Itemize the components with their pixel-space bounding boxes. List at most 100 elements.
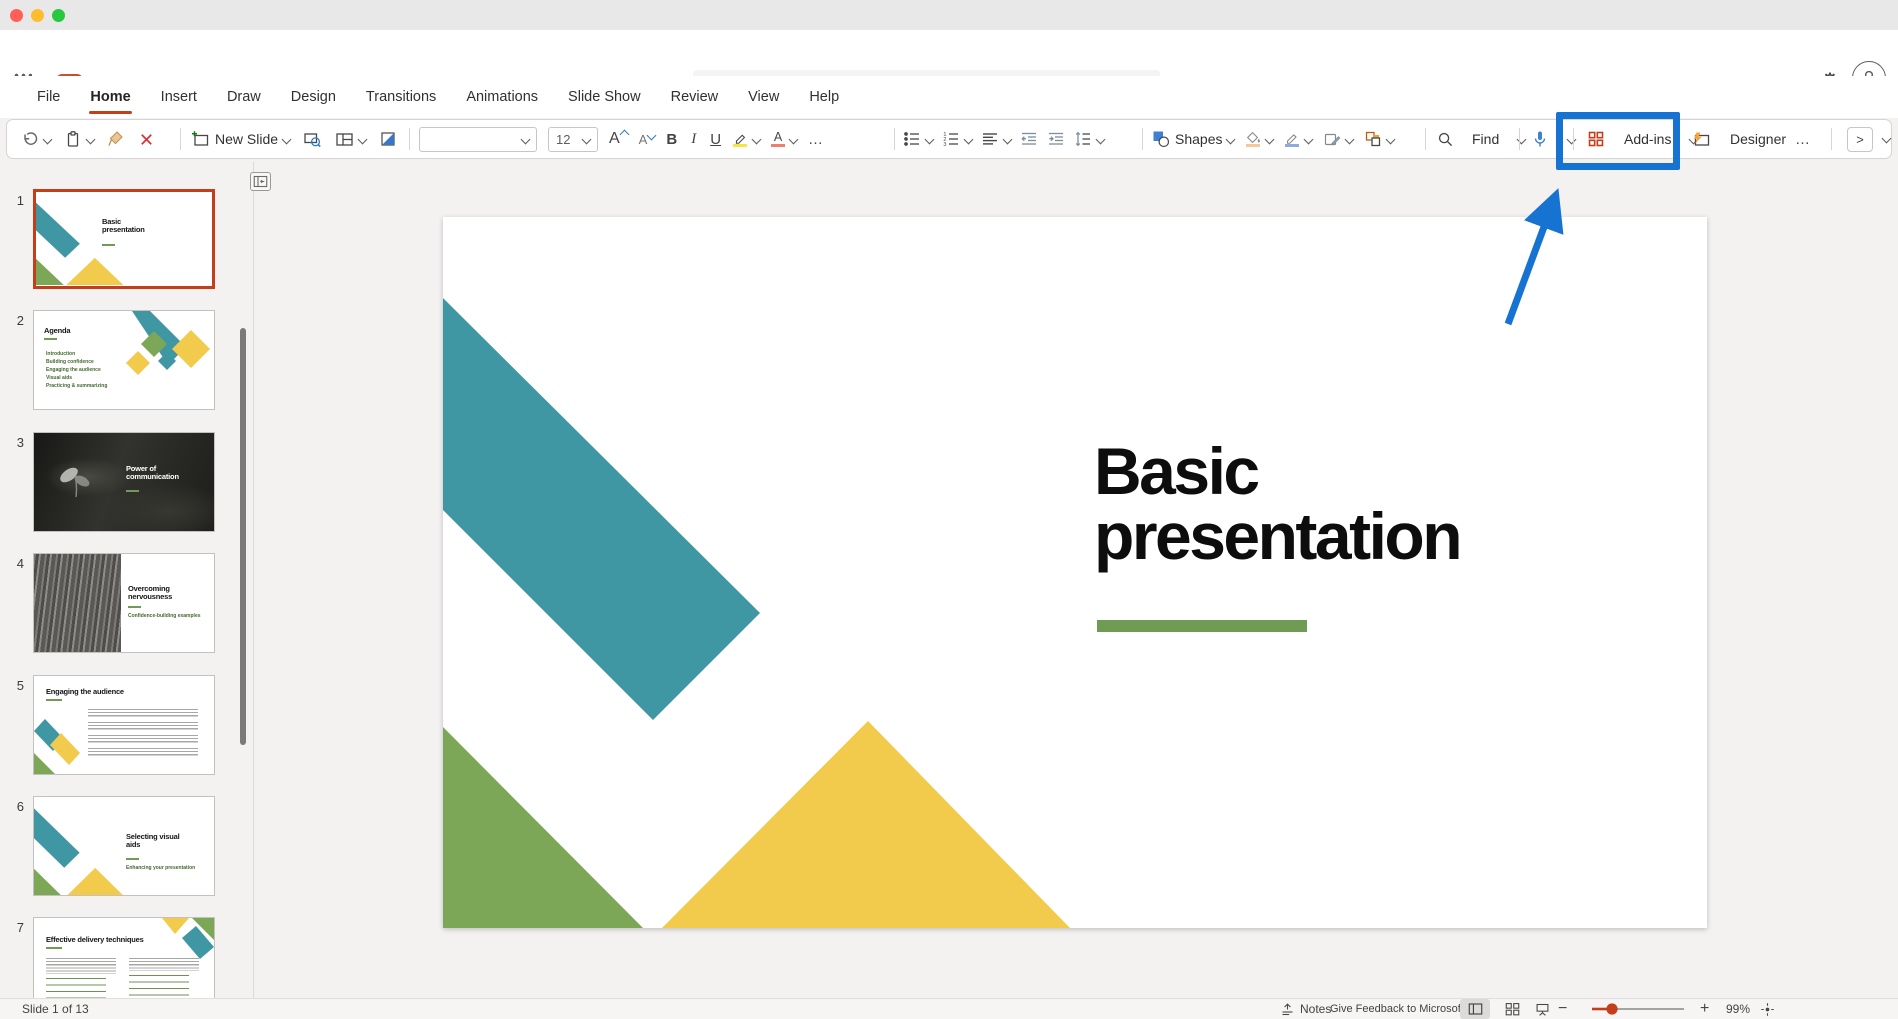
menu-review[interactable]: Review bbox=[656, 76, 734, 118]
thumbnail-slide-2[interactable]: Agenda Introduction Building confidence … bbox=[33, 310, 215, 410]
menu-design[interactable]: Design bbox=[276, 76, 351, 118]
italic-button[interactable]: I bbox=[688, 131, 699, 148]
highlight-color-button[interactable] bbox=[732, 131, 760, 148]
chevron-down-icon[interactable] bbox=[282, 134, 292, 144]
menu-animations[interactable]: Animations bbox=[451, 76, 553, 118]
shapes-button[interactable]: Shapes bbox=[1152, 130, 1234, 148]
outline-pen-icon bbox=[1284, 131, 1300, 144]
chevron-down-icon[interactable] bbox=[1345, 134, 1355, 144]
thumbnail-slide-7[interactable]: Effective delivery techniques bbox=[33, 917, 215, 998]
thumbnail-slide-1[interactable]: Basic presentation bbox=[33, 189, 215, 289]
underline-button[interactable]: U bbox=[710, 131, 721, 148]
shape-effects-button[interactable] bbox=[1323, 130, 1353, 148]
increase-indent-icon[interactable] bbox=[1047, 130, 1065, 148]
align-button[interactable] bbox=[981, 130, 1011, 148]
format-painter-icon[interactable] bbox=[107, 130, 125, 148]
notes-toggle[interactable]: Notes bbox=[1280, 999, 1331, 1019]
zoom-slider-knob[interactable] bbox=[1606, 1003, 1617, 1014]
highlight-color-swatch bbox=[733, 144, 747, 148]
minimize-window-button[interactable] bbox=[31, 9, 44, 22]
collapse-ribbon-icon[interactable] bbox=[1882, 134, 1892, 144]
chevron-down-icon[interactable] bbox=[925, 134, 935, 144]
chevron-down-icon[interactable] bbox=[1386, 134, 1396, 144]
zoom-window-button[interactable] bbox=[52, 9, 65, 22]
chevron-down-icon[interactable] bbox=[43, 134, 53, 144]
yellow-triangle-shape[interactable] bbox=[662, 721, 1070, 928]
font-name-combo[interactable] bbox=[419, 127, 537, 152]
menu-insert[interactable]: Insert bbox=[146, 76, 212, 118]
menu-slide-show[interactable]: Slide Show bbox=[553, 76, 656, 118]
thumbnail-rule bbox=[126, 490, 139, 492]
zoom-slider-track[interactable] bbox=[1590, 1002, 1686, 1016]
collapse-thumbnails-button[interactable] bbox=[250, 172, 271, 191]
menu-file[interactable]: File bbox=[22, 76, 75, 118]
thumbnail-slide-4[interactable]: Overcoming nervousness Confidence-buildi… bbox=[33, 553, 215, 653]
numbering-button[interactable]: 123 bbox=[942, 130, 972, 148]
chevron-down-icon[interactable] bbox=[1265, 134, 1275, 144]
menu-view[interactable]: View bbox=[733, 76, 794, 118]
menu-help[interactable]: Help bbox=[794, 76, 854, 118]
chevron-down-icon[interactable] bbox=[1304, 134, 1314, 144]
highlighter-icon bbox=[732, 131, 748, 144]
line-spacing-button[interactable] bbox=[1074, 130, 1104, 148]
ribbon-divider bbox=[180, 128, 181, 150]
chevron-down-icon[interactable] bbox=[789, 134, 799, 144]
undo-button[interactable] bbox=[21, 130, 51, 148]
grow-font-button[interactable]: A bbox=[609, 130, 628, 148]
thumbnail-slide-5[interactable]: Engaging the audience bbox=[33, 675, 215, 775]
thumbnail-slide-6[interactable]: Selecting visual aids Enhancing your pre… bbox=[33, 796, 215, 896]
body-text-lines bbox=[88, 748, 198, 757]
slide-title-textbox[interactable]: Basic presentation bbox=[1094, 439, 1460, 570]
feedback-link[interactable]: Give Feedback to Microsoft bbox=[1330, 999, 1464, 1019]
title-underline-bar[interactable] bbox=[1097, 620, 1307, 632]
zoom-slider[interactable] bbox=[1590, 999, 1686, 1019]
menu-home[interactable]: Home bbox=[75, 76, 145, 118]
font-color-button[interactable]: A bbox=[771, 131, 797, 147]
shrink-font-button[interactable]: A bbox=[639, 132, 656, 147]
font-size-combo[interactable]: 12 bbox=[548, 127, 598, 152]
find-button[interactable]: Find bbox=[1437, 120, 1525, 158]
menu-draw[interactable]: Draw bbox=[212, 76, 276, 118]
bold-button[interactable]: B bbox=[666, 131, 677, 148]
reset-slide-icon[interactable] bbox=[379, 130, 397, 148]
chevron-down-icon[interactable] bbox=[86, 134, 96, 144]
slideshow-view-button[interactable] bbox=[1527, 999, 1557, 1019]
svg-text:3: 3 bbox=[943, 142, 946, 148]
ribbon-overflow-button[interactable]: … bbox=[1795, 120, 1812, 158]
caret-up-icon bbox=[619, 129, 629, 139]
delete-slide-icon[interactable] bbox=[138, 131, 155, 148]
thumbnail-scrollbar[interactable] bbox=[240, 328, 246, 745]
grid-view-button[interactable] bbox=[1497, 999, 1527, 1019]
zoom-level[interactable]: 99% bbox=[1726, 999, 1750, 1019]
decrease-indent-icon[interactable] bbox=[1020, 130, 1038, 148]
slide-finder-icon[interactable] bbox=[303, 130, 322, 149]
menu-transitions[interactable]: Transitions bbox=[351, 76, 451, 118]
zoom-in-button[interactable]: + bbox=[1700, 999, 1709, 1019]
new-slide-button[interactable]: New Slide bbox=[191, 130, 290, 149]
chevron-down-icon[interactable] bbox=[1096, 134, 1106, 144]
designer-button[interactable]: Designer bbox=[1691, 120, 1786, 158]
chevron-down-icon[interactable] bbox=[752, 134, 762, 144]
layout-button[interactable] bbox=[335, 130, 366, 149]
shape-fill-button[interactable] bbox=[1245, 131, 1273, 148]
chevron-down-icon[interactable] bbox=[964, 134, 974, 144]
ribbon-next-page-button[interactable]: > bbox=[1847, 127, 1873, 152]
arrange-button[interactable] bbox=[1364, 130, 1394, 148]
zoom-out-button[interactable]: − bbox=[1558, 999, 1567, 1019]
chevron-down-icon[interactable] bbox=[358, 134, 368, 144]
close-window-button[interactable] bbox=[10, 9, 23, 22]
green-triangle-shape[interactable] bbox=[443, 727, 643, 928]
teal-ribbon-shape[interactable] bbox=[443, 298, 760, 720]
fit-to-window-button[interactable] bbox=[1760, 999, 1775, 1019]
more-font-options-button[interactable]: … bbox=[808, 131, 825, 148]
line-spacing-icon bbox=[1074, 130, 1092, 148]
paste-button[interactable] bbox=[64, 130, 94, 148]
normal-view-button[interactable] bbox=[1460, 999, 1490, 1019]
bullets-button[interactable] bbox=[903, 130, 933, 148]
slide-number: 1 bbox=[8, 193, 24, 208]
shape-outline-button[interactable] bbox=[1284, 131, 1312, 148]
chevron-down-icon[interactable] bbox=[1003, 134, 1013, 144]
ribbon-group-paragraph: 123 bbox=[903, 120, 1104, 158]
thumbnail-slide-3[interactable]: Power of communication bbox=[33, 432, 215, 532]
chevron-down-icon[interactable] bbox=[1226, 134, 1236, 144]
